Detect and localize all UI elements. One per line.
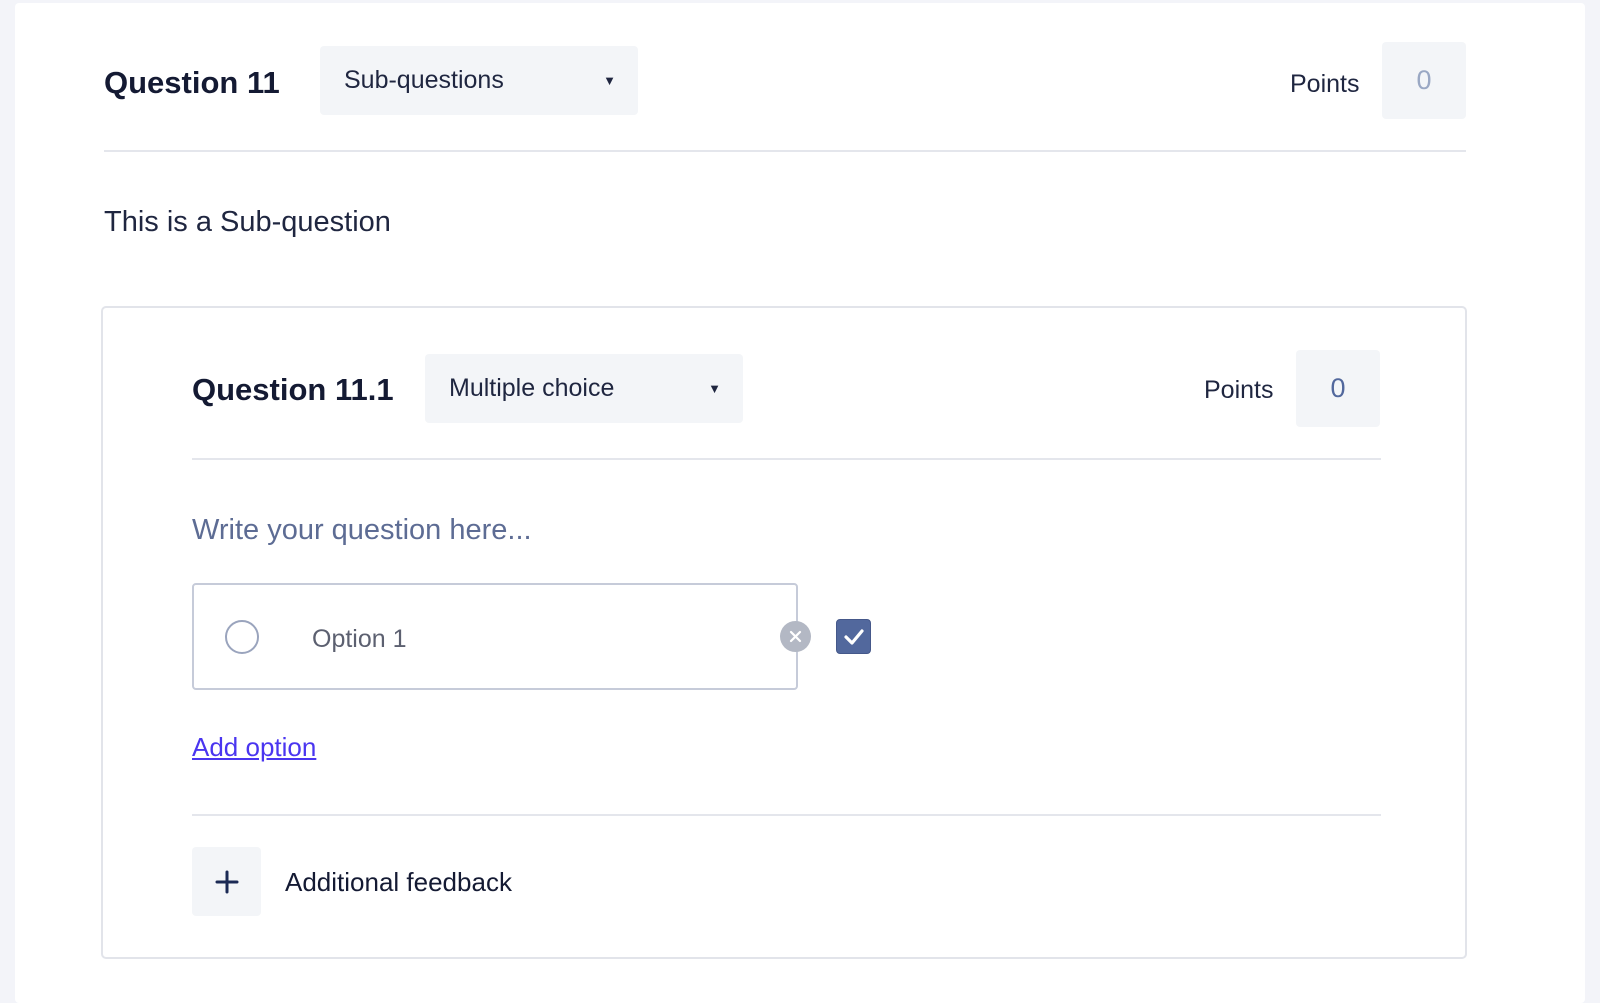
sub-points-input[interactable]: [1296, 350, 1380, 427]
add-feedback-button[interactable]: [192, 847, 261, 916]
sub-question-type-dropdown[interactable]: Multiple choice ▼: [425, 354, 743, 423]
points-input[interactable]: [1382, 42, 1466, 119]
add-option-link[interactable]: Add option: [192, 732, 316, 763]
question-prompt-input[interactable]: Write your question here...: [192, 514, 532, 547]
question-type-dropdown[interactable]: Sub-questions ▼: [320, 46, 638, 115]
feedback-divider: [192, 814, 1381, 816]
question-card: Question 11 Sub-questions ▼ Points This …: [15, 3, 1585, 1003]
checkmark-icon: [843, 628, 864, 645]
sub-header-divider: [192, 458, 1381, 460]
question-description[interactable]: This is a Sub-question: [104, 206, 391, 239]
sub-points-label: Points: [1204, 376, 1274, 404]
sub-question-title: Question 11.1: [192, 372, 394, 407]
question-title: Question 11: [104, 65, 280, 100]
option-label[interactable]: Option 1: [312, 625, 407, 654]
sub-question-type-value: Multiple choice: [449, 374, 615, 402]
additional-feedback-label[interactable]: Additional feedback: [285, 867, 512, 898]
close-icon[interactable]: [780, 621, 811, 652]
sub-question-card: Question 11.1 Multiple choice ▼ Points W…: [101, 306, 1467, 959]
header-divider: [104, 150, 1466, 152]
plus-icon: [215, 870, 238, 893]
chevron-down-icon: ▼: [603, 73, 616, 88]
radio-button[interactable]: [225, 620, 259, 654]
option-row[interactable]: Option 1: [192, 583, 798, 690]
correct-answer-checkbox[interactable]: [836, 619, 871, 654]
question-type-value: Sub-questions: [344, 66, 504, 94]
points-label: Points: [1290, 70, 1360, 98]
chevron-down-icon: ▼: [708, 381, 721, 396]
